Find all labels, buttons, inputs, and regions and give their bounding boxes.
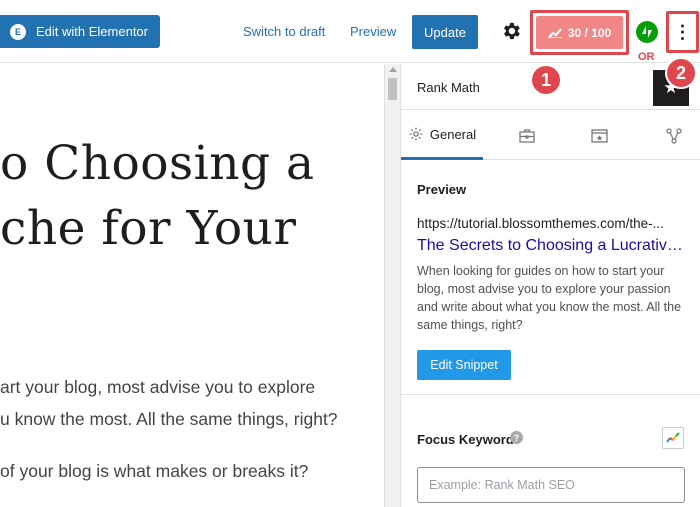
trend-chart-icon xyxy=(666,432,680,443)
paragraph-line-2[interactable]: u know the most. All the same things, ri… xyxy=(0,409,338,430)
rank-math-sidebar: Rank Math ★ General Preview https://tuto… xyxy=(400,64,700,507)
tab-general[interactable]: General xyxy=(401,111,483,160)
rank-math-score-button[interactable]: 30 / 100 xyxy=(536,16,623,49)
vertical-ellipsis-icon: ⋮ xyxy=(673,21,692,42)
tab-advanced[interactable] xyxy=(509,111,545,160)
switch-to-draft-button[interactable]: Switch to draft xyxy=(243,24,325,39)
help-icon[interactable]: ? xyxy=(510,431,523,444)
edit-with-elementor-button[interactable]: E Edit with Elementor xyxy=(0,15,160,48)
settings-gear-icon[interactable] xyxy=(500,20,522,42)
gear-icon xyxy=(409,127,423,141)
edit-snippet-button[interactable]: Edit Snippet xyxy=(417,350,511,380)
rank-math-chart-icon xyxy=(547,27,562,38)
editor-canvas[interactable]: o Choosing a che for Your art your blog,… xyxy=(0,64,384,507)
keyword-trends-button[interactable] xyxy=(662,427,684,449)
update-button[interactable]: Update xyxy=(412,15,478,49)
more-options-button[interactable]: ⋮ xyxy=(666,11,699,53)
serp-title[interactable]: The Secrets to Choosing a Lucrative Nich… xyxy=(417,237,685,255)
scroll-up-arrow-icon[interactable] xyxy=(389,67,397,72)
editor-toolbar: E Edit with Elementor Switch to draft Pr… xyxy=(0,0,700,63)
edit-with-elementor-label: Edit with Elementor xyxy=(36,24,148,39)
tab-general-label: General xyxy=(429,126,477,142)
sidebar-tabs: General xyxy=(401,111,700,160)
seo-score-value: 30 / 100 xyxy=(567,25,612,40)
rank-math-score-highlight: 30 / 100 xyxy=(530,10,629,55)
annotation-badge-1: 1 xyxy=(530,64,562,96)
sidebar-title: Rank Math xyxy=(417,80,480,95)
preview-button[interactable]: Preview xyxy=(350,24,396,39)
or-annotation: OR xyxy=(638,51,655,63)
focus-keyword-label: Focus Keyword xyxy=(417,432,514,447)
jetpack-bolt-icon xyxy=(642,26,652,38)
post-title-line-1[interactable]: o Choosing a xyxy=(0,136,315,191)
tab-social[interactable] xyxy=(656,111,692,160)
elementor-icon: E xyxy=(10,23,26,40)
preview-heading: Preview xyxy=(417,182,467,197)
focus-keyword-input[interactable] xyxy=(417,467,685,503)
briefcase-icon xyxy=(519,129,535,143)
post-title-line-2[interactable]: che for Your xyxy=(0,201,296,256)
schema-icon xyxy=(590,129,608,143)
annotation-badge-2: 2 xyxy=(665,57,697,89)
social-share-icon xyxy=(666,127,682,144)
paragraph-line-1[interactable]: art your blog, most advise you to explor… xyxy=(0,377,315,398)
jetpack-icon[interactable] xyxy=(636,21,658,43)
serp-description: When looking for guides on how to start … xyxy=(417,264,682,332)
scroll-thumb[interactable] xyxy=(388,78,397,100)
tab-schema[interactable] xyxy=(581,111,617,160)
serp-url: https://tutorial.blossomthemes.com/the-.… xyxy=(417,216,664,231)
paragraph-line-3[interactable]: of your blog is what makes or breaks it? xyxy=(0,461,308,482)
editor-scrollbar[interactable] xyxy=(384,64,400,507)
